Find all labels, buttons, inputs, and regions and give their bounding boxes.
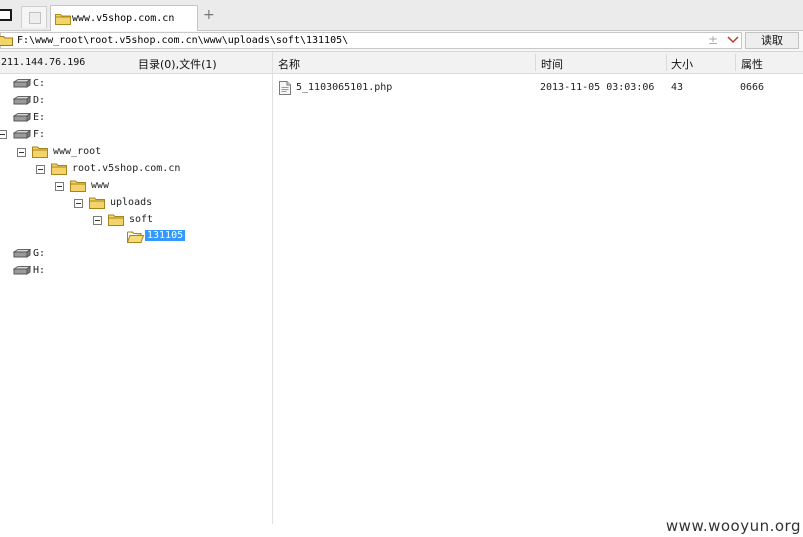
file-time: 2013-11-05 03:03:06 [540, 82, 655, 93]
file-size: 43 [671, 82, 684, 93]
column-size[interactable]: 大小 [671, 56, 693, 72]
tab-blank[interactable] [21, 6, 47, 28]
tab-bar: www.v5shop.com.cn + [0, 0, 803, 31]
column-attr[interactable]: 属性 [741, 56, 763, 72]
folder-open-icon [126, 230, 145, 246]
panel-splitter[interactable] [272, 52, 273, 524]
tree-drive-h[interactable]: H: [0, 263, 260, 279]
drive-label: E: [33, 112, 46, 123]
drive-icon [12, 129, 32, 142]
address-bar: F:\www_root\root.v5shop.com.cn\www\uploa… [0, 31, 803, 52]
column-divider[interactable] [535, 54, 536, 71]
drive-label: C: [33, 78, 46, 89]
file-name: 5_1103065101.php [296, 82, 393, 93]
dir-file-count: 目录(0),文件(1) [138, 58, 217, 71]
server-ip: 211.144.76.196 [1, 57, 86, 68]
drive-label: D: [33, 95, 46, 106]
drive-icon [12, 248, 32, 261]
watermark: www.wooyun.org [665, 517, 801, 535]
drive-icon [12, 265, 32, 278]
column-time[interactable]: 时间 [541, 56, 563, 72]
file-icon [279, 81, 291, 98]
folder-label: www [91, 180, 110, 191]
tab-label: www.v5shop.com.cn [72, 13, 175, 24]
bookmark-plus-icon[interactable]: ± [708, 33, 718, 47]
blank-page-icon [29, 12, 41, 24]
collapse-toggle[interactable] [55, 182, 64, 191]
folder-icon [51, 162, 67, 178]
tree-drive-c[interactable]: C: [0, 76, 260, 92]
drive-icon [12, 95, 32, 108]
column-divider[interactable] [666, 54, 667, 71]
folder-label: www_root [53, 146, 102, 157]
folder-label-selected: 131105 [145, 230, 186, 241]
collapse-toggle[interactable] [0, 130, 7, 139]
folder-label: uploads [110, 197, 153, 208]
folder-icon [70, 179, 86, 195]
chevron-down-icon[interactable] [727, 35, 739, 48]
drive-icon [12, 78, 32, 91]
tab-active-site[interactable]: www.v5shop.com.cn [50, 5, 198, 31]
file-row[interactable]: 5_1103065101.php 2013-11-05 03:03:06 43 … [274, 80, 802, 97]
tree-folder-131105[interactable]: 131105 [0, 229, 260, 245]
left-panel-header: 211.144.76.196 目录(0),文件(1) [0, 52, 273, 74]
tree-folder-www-root[interactable]: www_root [0, 144, 260, 160]
drive-label: F: [33, 129, 46, 140]
drive-label: H: [33, 265, 46, 276]
collapse-toggle[interactable] [17, 148, 26, 157]
tree-drive-e[interactable]: E: [0, 110, 260, 126]
folder-icon [0, 35, 13, 49]
column-name[interactable]: 名称 [278, 56, 300, 72]
folder-icon [55, 12, 71, 28]
drive-label: G: [33, 248, 46, 259]
tree-folder-root-v5shop[interactable]: root.v5shop.com.cn [0, 161, 260, 177]
folder-label: soft [129, 214, 154, 225]
file-attr: 0666 [740, 82, 765, 93]
collapse-toggle[interactable] [36, 165, 45, 174]
column-divider[interactable] [735, 54, 736, 71]
folder-label: root.v5shop.com.cn [72, 163, 181, 174]
new-tab-button[interactable]: + [203, 8, 215, 22]
window-menu-icon[interactable] [0, 9, 12, 21]
file-list-header: 名称 时间 大小 属性 [273, 52, 803, 74]
path-input[interactable]: F:\www_root\root.v5shop.com.cn\www\uploa… [0, 32, 742, 49]
collapse-toggle[interactable] [93, 216, 102, 225]
folder-icon [108, 213, 124, 229]
tree-drive-d[interactable]: D: [0, 93, 260, 109]
tree-folder-uploads[interactable]: uploads [0, 195, 260, 211]
drive-icon [12, 112, 32, 125]
read-button[interactable]: 读取 [745, 32, 799, 49]
tree-drive-f[interactable]: F: [0, 127, 260, 143]
collapse-toggle[interactable] [74, 199, 83, 208]
tree-folder-www[interactable]: www [0, 178, 260, 194]
folder-icon [89, 196, 105, 212]
folder-icon [32, 145, 48, 161]
path-text: F:\www_root\root.v5shop.com.cn\www\uploa… [17, 35, 349, 46]
tree-folder-soft[interactable]: soft [0, 212, 260, 228]
tree-drive-g[interactable]: G: [0, 246, 260, 262]
